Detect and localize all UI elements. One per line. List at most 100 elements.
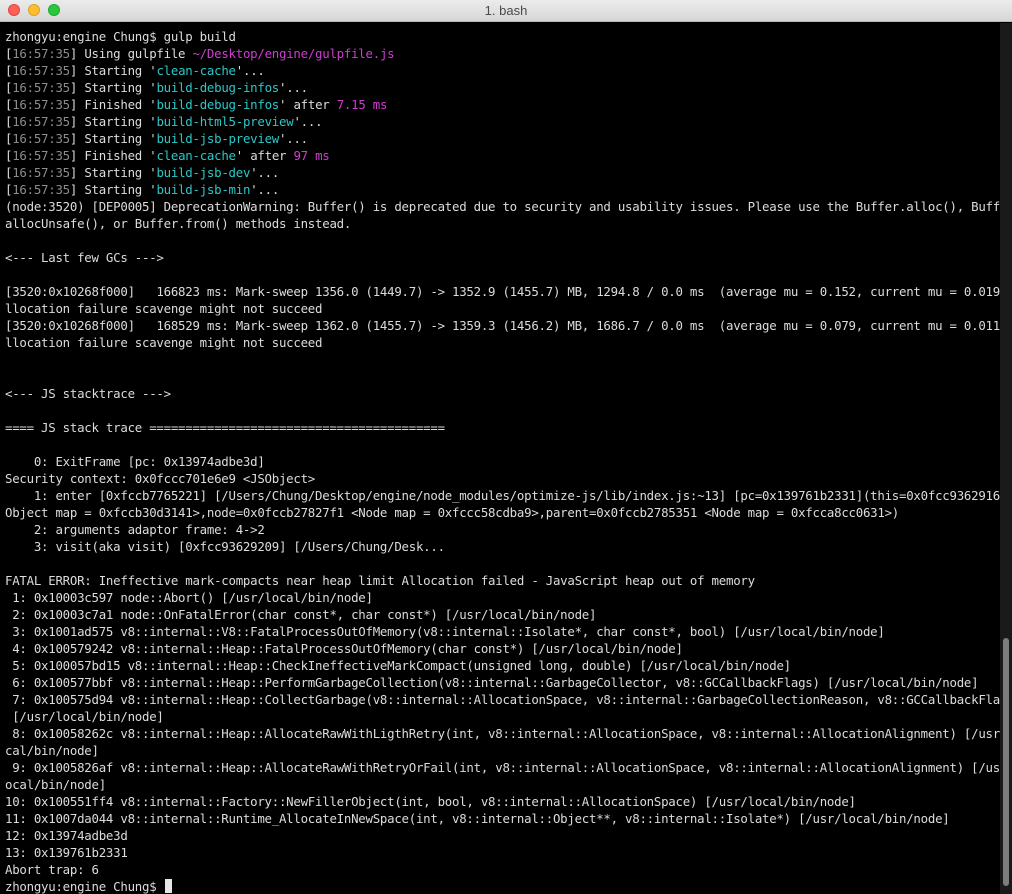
gulp-log-line: [16:57:35] Starting 'build-jsb-min'... — [5, 181, 1000, 198]
terminal-output[interactable]: zhongyu:engine Chung$ gulp build [16:57:… — [0, 23, 1000, 894]
log-verb: Using gulpfile — [84, 46, 186, 61]
output-line: 1: enter [0xfccb7765221] [/Users/Chung/D… — [5, 488, 1000, 503]
output-line: FATAL ERROR: Ineffective mark-compacts n… — [5, 573, 755, 588]
log-verb: Starting — [84, 80, 143, 95]
task-name: build-debug-infos — [156, 97, 280, 112]
output-line: 6: 0x100577bbf v8::internal::Heap::Perfo… — [5, 675, 979, 690]
output-line: 10: 0x100551ff4 v8::internal::Factory::N… — [5, 794, 856, 809]
output-line: Object map = 0xfccb30d3141>,node=0x0fccb… — [5, 505, 900, 520]
log-verb: Starting — [84, 131, 143, 146]
bracket: ] — [69, 80, 85, 95]
output-line: cal/bin/node] — [5, 743, 99, 758]
log-tail: after — [242, 148, 294, 163]
output-line: llocation failure scavenge might not suc… — [5, 335, 323, 350]
task-name: build-jsb-min — [156, 182, 251, 197]
timestamp: 16:57:35 — [12, 97, 70, 112]
output-line: ==== JS stack trace ====================… — [5, 420, 445, 435]
gulp-log-line: [16:57:35] Using gulpfile ~/Desktop/engi… — [5, 45, 1000, 62]
timestamp: 16:57:35 — [12, 63, 70, 78]
gulp-log-line: [16:57:35] Starting 'build-jsb-dev'... — [5, 164, 1000, 181]
gulp-log-line: [16:57:35] Starting 'build-debug-infos'.… — [5, 79, 1000, 96]
log-tail: ... — [257, 182, 280, 197]
output-line: Abort trap: 6 — [5, 862, 99, 877]
output-line: (node:3520) [DEP0005] DeprecationWarning… — [5, 199, 1000, 214]
output-line: <--- Last few GCs ---> — [5, 250, 164, 265]
bracket: ] — [69, 148, 85, 163]
gulp-log-line: [16:57:35] Starting 'build-html5-preview… — [5, 113, 1000, 130]
output-line: <--- JS stacktrace ---> — [5, 386, 171, 401]
terminal-window: 1. bash zhongyu:engine Chung$ gulp build… — [0, 0, 1012, 894]
scrollbar[interactable] — [1000, 23, 1012, 894]
output-line: 2: arguments adaptor frame: 4->2 — [5, 522, 265, 537]
timestamp: 16:57:35 — [12, 131, 70, 146]
command-text: gulp build — [163, 29, 236, 44]
output-line: 2: 0x10003c7a1 node::OnFatalError(char c… — [5, 607, 597, 622]
log-verb: Starting — [84, 114, 143, 129]
log-tail: ... — [286, 80, 308, 95]
output-line: ocal/bin/node] — [5, 777, 106, 792]
log-tail: ... — [257, 165, 280, 180]
timestamp: 16:57:35 — [12, 80, 70, 95]
duration: 7.15 ms — [336, 97, 388, 112]
bracket: ] — [69, 165, 85, 180]
output-line: 8: 0x10058262c v8::internal::Heap::Alloc… — [5, 726, 1000, 741]
output-line: Security context: 0x0fccc701e6e9 <JSObje… — [5, 471, 316, 486]
log-verb: Starting — [84, 165, 143, 180]
output-line: allocUnsafe(), or Buffer.from() methods … — [5, 216, 352, 231]
bracket: ] — [69, 46, 85, 61]
task-name: clean-cache — [156, 148, 236, 163]
command-line: zhongyu:engine Chung$ gulp build — [5, 28, 1000, 45]
timestamp: 16:57:35 — [12, 182, 70, 197]
bracket: ] — [69, 131, 85, 146]
output-line: 11: 0x1007da044 v8::internal::Runtime_Al… — [5, 811, 950, 826]
gulp-log-line: [16:57:35] Starting 'clean-cache'... — [5, 62, 1000, 79]
prompt-text: zhongyu:engine Chung$ — [5, 29, 164, 44]
output-line: [3520:0x10268f000] 166823 ms: Mark-sweep… — [5, 284, 1000, 299]
output-line: 4: 0x100579242 v8::internal::Heap::Fatal… — [5, 641, 683, 656]
timestamp: 16:57:35 — [12, 114, 70, 129]
output-line: [3520:0x10268f000] 168529 ms: Mark-sweep… — [5, 318, 1000, 333]
cursor — [164, 879, 172, 893]
output-line: 12: 0x13974adbe3d — [5, 828, 128, 843]
quote: ' — [235, 63, 243, 78]
log-tail: ... — [286, 131, 308, 146]
output-line: [/usr/local/bin/node] — [5, 709, 164, 724]
task-name: build-html5-preview — [156, 114, 294, 129]
task-name: build-debug-infos — [156, 80, 280, 95]
log-verb: Finished — [84, 148, 143, 163]
output-line: 3: visit(aka visit) [0xfcc93629209] [/Us… — [5, 539, 445, 554]
log-tail: after — [286, 97, 337, 112]
log-verb: Starting — [84, 63, 143, 78]
task-name: clean-cache — [156, 63, 236, 78]
quote: ' — [293, 114, 301, 129]
gulp-log-line: [16:57:35] Finished 'build-debug-infos' … — [5, 96, 1000, 113]
gulp-log-line: [16:57:35] Finished 'clean-cache' after … — [5, 147, 1000, 164]
log-verb: Finished — [84, 97, 143, 112]
prompt-text: zhongyu:engine Chung$ — [5, 879, 164, 894]
timestamp: 16:57:35 — [12, 148, 70, 163]
output-line: 9: 0x1005826af v8::internal::Heap::Alloc… — [5, 760, 1000, 775]
bracket: ] — [69, 63, 85, 78]
bracket: ] — [69, 97, 85, 112]
scrollbar-thumb[interactable] — [1003, 638, 1009, 886]
title-bar: 1. bash — [0, 0, 1012, 22]
task-name: ~/Desktop/engine/gulpfile.js — [192, 46, 395, 61]
output-line: 7: 0x100575d94 v8::internal::Heap::Colle… — [5, 692, 1000, 707]
output-line: 5: 0x100057bd15 v8::internal::Heap::Chec… — [5, 658, 791, 673]
quote: ' — [235, 148, 243, 163]
output-line: 0: ExitFrame [pc: 0x13974adbe3d] — [5, 454, 265, 469]
window-title: 1. bash — [484, 3, 528, 18]
timestamp: 16:57:35 — [12, 46, 70, 61]
bracket: ] — [69, 182, 85, 197]
duration: 97 ms — [293, 148, 330, 163]
log-tail: ... — [300, 114, 323, 129]
task-name: build-jsb-preview — [156, 131, 280, 146]
active-prompt-line[interactable]: zhongyu:engine Chung$ — [5, 878, 1000, 894]
timestamp: 16:57:35 — [12, 165, 70, 180]
